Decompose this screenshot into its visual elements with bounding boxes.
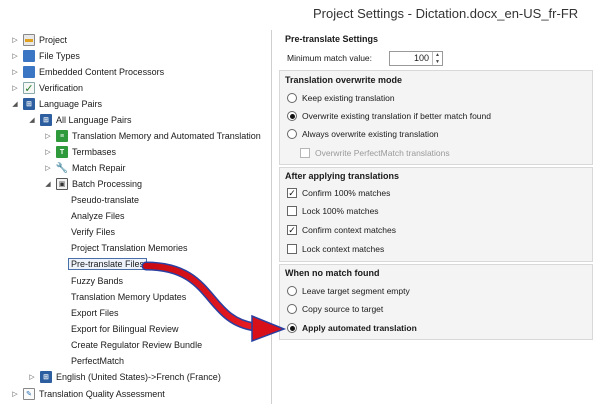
tree-item-perfectmatch[interactable]: PerfectMatch <box>71 353 124 369</box>
tree-item-match-repair[interactable]: ▷ 🔧 Match Repair <box>43 160 125 176</box>
title-bar: Project Settings - Dictation.docx_en-US_… <box>0 0 600 30</box>
radio-button[interactable] <box>287 129 297 139</box>
tree-item-project[interactable]: ▷ Project <box>10 32 67 48</box>
radio-button[interactable] <box>287 93 297 103</box>
batch-processing-icon: ▣ <box>56 178 68 190</box>
no-match-title: When no match found <box>285 268 380 278</box>
radio-button-selected[interactable] <box>287 323 297 333</box>
tree-item-verify-files[interactable]: Verify Files <box>71 224 115 240</box>
radio-apply-automated[interactable]: Apply automated translation <box>287 323 417 333</box>
expand-arrow-icon[interactable]: ▷ <box>10 51 20 61</box>
radio-button[interactable] <box>287 304 297 314</box>
tqa-icon: ✎ <box>23 388 35 400</box>
checkbox[interactable] <box>287 206 297 216</box>
tree-item-en-fr-pair[interactable]: ▷ ⊞ English (United States)->French (Fra… <box>27 369 221 385</box>
min-match-stepper[interactable]: 100 ▲ ▼ <box>389 51 443 66</box>
termbase-icon: T <box>56 146 68 158</box>
language-pairs-icon: ⊞ <box>40 371 52 383</box>
checkbox-confirm-context[interactable]: ✓ Confirm context matches <box>287 225 396 235</box>
radio-overwrite-if-better[interactable]: Overwrite existing translation if better… <box>287 111 491 121</box>
min-match-label: Minimum match value: <box>287 53 373 63</box>
project-icon <box>23 34 35 46</box>
tree-item-termbases[interactable]: ▷ T Termbases <box>43 144 116 160</box>
after-applying-title: After applying translations <box>285 171 400 181</box>
stepper-down-icon[interactable]: ▼ <box>433 59 442 66</box>
tree-item-pre-translate-files[interactable]: Pre-translate Files <box>68 256 148 272</box>
tree-item-embedded-content[interactable]: ▷ Embedded Content Processors <box>10 64 164 80</box>
pretranslate-title: Pre-translate Settings <box>285 34 379 44</box>
expand-arrow-icon[interactable]: ▷ <box>10 35 20 45</box>
expand-arrow-icon[interactable]: ▷ <box>43 131 53 141</box>
radio-always-overwrite[interactable]: Always overwrite existing translation <box>287 129 439 139</box>
tree-item-export-bilingual[interactable]: Export for Bilingual Review <box>71 321 179 337</box>
expand-arrow-icon[interactable]: ▷ <box>43 163 53 173</box>
tree-item-tm-updates[interactable]: Translation Memory Updates <box>71 289 186 305</box>
tree-item-batch-processing[interactable]: ◢ ▣ Batch Processing <box>43 176 142 192</box>
min-match-value[interactable]: 100 <box>390 52 432 65</box>
expand-arrow-icon[interactable]: ▷ <box>43 147 53 157</box>
checkbox[interactable] <box>300 148 310 158</box>
tree-item-project-tm[interactable]: Project Translation Memories <box>71 240 188 256</box>
window-title: Project Settings - Dictation.docx_en-US_… <box>313 6 579 21</box>
tree-item-language-pairs[interactable]: ◢ ⊞ Language Pairs <box>10 96 102 112</box>
tree-item-translation-memory[interactable]: ▷ ≡ Translation Memory and Automated Tra… <box>43 128 261 144</box>
tree-item-export-files[interactable]: Export Files <box>71 305 119 321</box>
translation-memory-icon: ≡ <box>56 130 68 142</box>
wrench-icon: 🔧 <box>55 162 69 174</box>
tree-item-fuzzy-bands[interactable]: Fuzzy Bands <box>71 273 123 289</box>
checkbox-confirm-100[interactable]: ✓ Confirm 100% matches <box>287 188 390 198</box>
radio-button-selected[interactable] <box>287 111 297 121</box>
file-types-icon <box>23 50 35 62</box>
checkbox-checked[interactable]: ✓ <box>287 188 297 198</box>
checkbox-lock-100[interactable]: Lock 100% matches <box>287 206 379 216</box>
tree-item-analyze-files[interactable]: Analyze Files <box>71 208 125 224</box>
tree-item-verification[interactable]: ▷ ✓ Verification <box>10 80 83 96</box>
radio-leave-empty[interactable]: Leave target segment empty <box>287 286 410 296</box>
expand-arrow-icon[interactable]: ▷ <box>27 372 37 382</box>
expand-arrow-icon[interactable]: ▷ <box>10 83 20 93</box>
tree-item-all-language-pairs[interactable]: ◢ ⊞ All Language Pairs <box>27 112 132 128</box>
radio-keep-existing[interactable]: Keep existing translation <box>287 93 395 103</box>
collapse-arrow-icon[interactable]: ◢ <box>43 179 53 189</box>
checkbox-checked[interactable]: ✓ <box>287 225 297 235</box>
collapse-arrow-icon[interactable]: ◢ <box>27 115 37 125</box>
embedded-content-icon <box>23 66 35 78</box>
verification-icon: ✓ <box>23 82 35 95</box>
expand-arrow-icon[interactable]: ▷ <box>10 67 20 77</box>
language-pairs-icon: ⊞ <box>23 98 35 110</box>
checkbox-overwrite-perfectmatch[interactable]: Overwrite PerfectMatch translations <box>300 148 450 158</box>
radio-copy-source[interactable]: Copy source to target <box>287 304 383 314</box>
expand-arrow-icon[interactable]: ▷ <box>10 389 20 399</box>
collapse-arrow-icon[interactable]: ◢ <box>10 99 20 109</box>
tree-item-tqa[interactable]: ▷ ✎ Translation Quality Assessment <box>10 386 165 402</box>
checkbox[interactable] <box>287 244 297 254</box>
checkbox-lock-context[interactable]: Lock context matches <box>287 244 384 254</box>
overwrite-title: Translation overwrite mode <box>285 75 403 85</box>
tree-item-pseudo-translate[interactable]: Pseudo-translate <box>71 192 139 208</box>
tree-item-file-types[interactable]: ▷ File Types <box>10 48 80 64</box>
tree-item-regulator-bundle[interactable]: Create Regulator Review Bundle <box>71 337 202 353</box>
language-pairs-icon: ⊞ <box>40 114 52 126</box>
radio-button[interactable] <box>287 286 297 296</box>
